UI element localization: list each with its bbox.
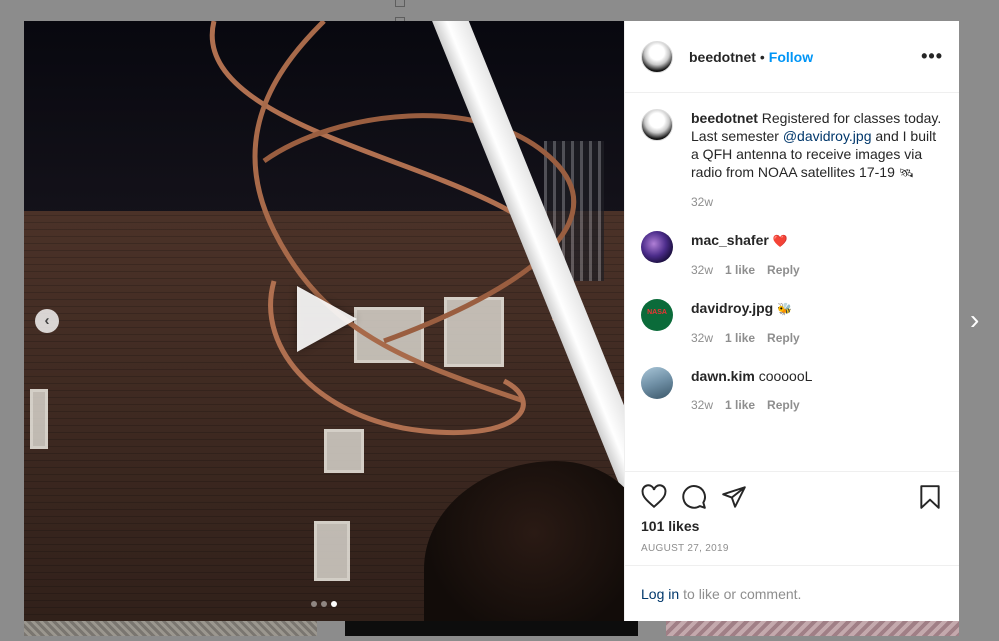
next-post-button[interactable]: › — [970, 306, 979, 334]
comment-timestamp[interactable]: 32w — [691, 329, 713, 347]
more-options-icon[interactable]: ••• — [921, 46, 943, 67]
post-actions: 101 likes AUGUST 27, 2019 — [625, 471, 959, 565]
slide-dot — [321, 601, 327, 607]
post-header: beedotnet • Follow ••• — [625, 21, 959, 93]
comment: mac_shafer ❤️ 32w 1 like Reply — [641, 231, 943, 279]
comment-likes[interactable]: 1 like — [725, 329, 755, 347]
comment: NASA davidroy.jpg 🐝 32w 1 like Reply — [641, 299, 943, 347]
post-date[interactable]: AUGUST 27, 2019 — [641, 543, 943, 554]
comment-timestamp[interactable]: 32w — [691, 396, 713, 414]
slide-dot — [311, 601, 317, 607]
nasa-logo: NASA — [647, 309, 667, 316]
login-prompt: Log in to like or comment. — [625, 565, 959, 621]
background-toolbar-icons — [395, 0, 555, 25]
bookmark-icon[interactable] — [917, 484, 943, 510]
slide-dot-active — [331, 601, 337, 607]
avatar[interactable] — [641, 231, 673, 263]
caption-username[interactable]: beedotnet — [691, 110, 758, 126]
chevron-left-icon: ‹ — [44, 312, 50, 329]
comment-icon[interactable] — [681, 484, 707, 510]
login-link[interactable]: Log in — [641, 586, 679, 602]
reply-button[interactable]: Reply — [767, 261, 800, 279]
chevron-right-icon: › — [970, 304, 980, 335]
slide-indicator — [311, 601, 337, 607]
comment-text: 🐝 — [777, 302, 793, 316]
comment-username[interactable]: mac_shafer — [691, 232, 769, 248]
likes-count[interactable]: 101 likes — [641, 518, 943, 534]
post-author-username[interactable]: beedotnet — [689, 49, 756, 65]
post-details-panel: beedotnet • Follow ••• beedotnet Registe… — [624, 21, 959, 621]
background-thumbnail[interactable] — [345, 620, 638, 636]
post-video[interactable]: ‹ — [24, 21, 624, 621]
comment: dawn.kim coooooL 32w 1 like Reply — [641, 367, 943, 414]
reply-button[interactable]: Reply — [767, 396, 800, 414]
post-modal: ‹ beedotnet • Follow ••• beedotnet Regis… — [24, 21, 959, 621]
caption-mention-link[interactable]: @davidroy.jpg — [783, 128, 872, 144]
login-prompt-text: to like or comment. — [683, 585, 802, 602]
header-separator: • — [759, 48, 765, 65]
avatar[interactable]: NASA — [641, 299, 673, 331]
comment-timestamp[interactable]: 32w — [691, 261, 713, 279]
avatar[interactable] — [641, 109, 673, 141]
comment-likes[interactable]: 1 like — [725, 261, 755, 279]
heart-icon[interactable] — [641, 484, 667, 510]
previous-slide-button[interactable]: ‹ — [35, 309, 59, 333]
comment-likes[interactable]: 1 like — [725, 396, 755, 414]
satellite-emoji: 🛰 — [898, 166, 914, 180]
share-icon[interactable] — [721, 484, 747, 510]
caption-timestamp[interactable]: 32w — [691, 193, 713, 211]
avatar[interactable] — [641, 367, 673, 399]
comment-text: ❤️ — [772, 234, 788, 248]
comment-text: coooooL — [758, 368, 813, 384]
background-thumbnail[interactable] — [666, 620, 959, 636]
comment-username[interactable]: dawn.kim — [691, 368, 755, 384]
follow-button[interactable]: Follow — [769, 49, 813, 65]
avatar[interactable] — [641, 40, 673, 73]
comment-username[interactable]: davidroy.jpg — [691, 300, 773, 316]
reply-button[interactable]: Reply — [767, 329, 800, 347]
background-thumbnail[interactable] — [24, 620, 317, 636]
comments-list[interactable]: beedotnet Registered for classes today. … — [625, 93, 959, 471]
play-icon[interactable] — [297, 286, 357, 352]
caption: beedotnet Registered for classes today. … — [641, 109, 943, 211]
